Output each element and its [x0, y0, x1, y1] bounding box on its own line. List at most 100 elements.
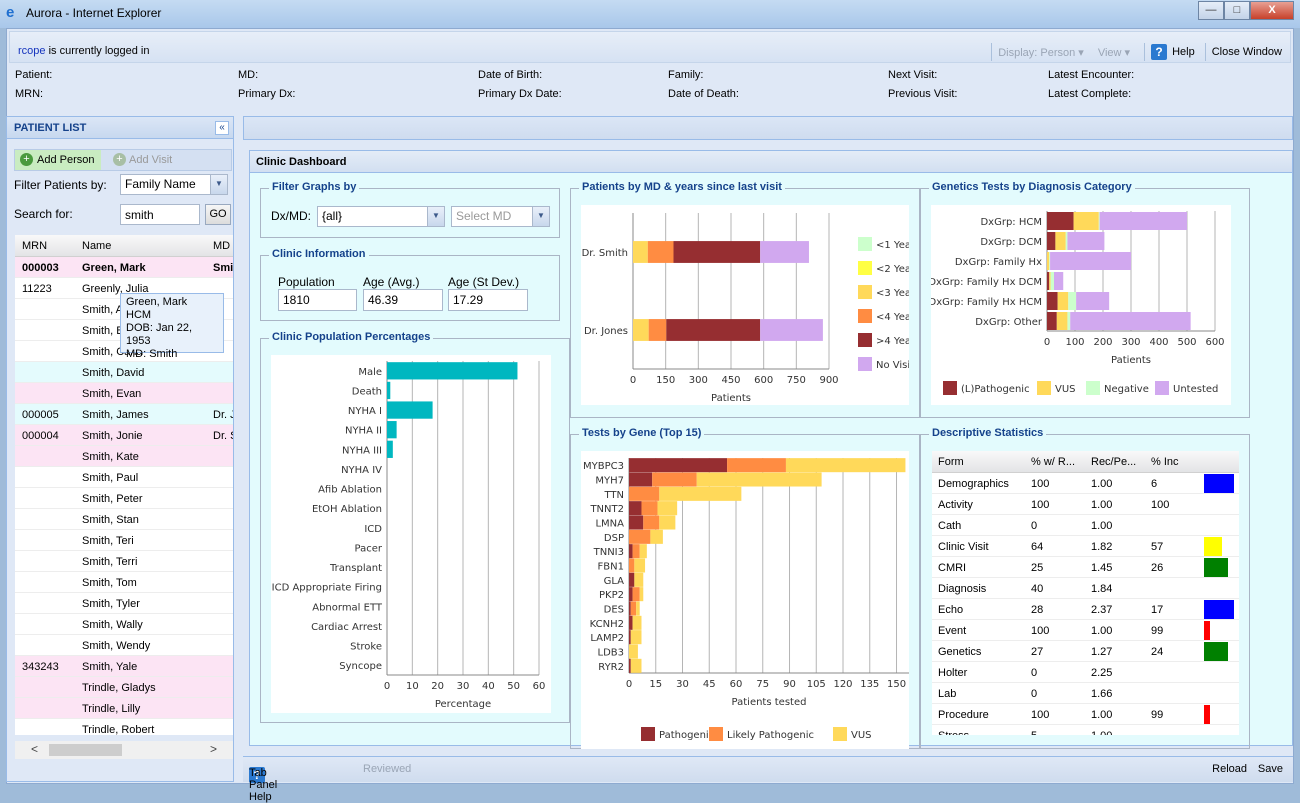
y-tick-label: DxGrp: Family Hx DCM — [931, 277, 1042, 288]
column-header-rec-per[interactable]: Rec/Pe... — [1091, 456, 1136, 468]
y-tick-label: Male — [358, 367, 382, 378]
tooltip-line: MD: Smith — [126, 348, 178, 360]
toolbar-separator — [1144, 43, 1146, 61]
add-visit-button[interactable]: + Add Visit — [111, 150, 172, 170]
top-toolbar: rcope is currently logged in Display: Pe… — [9, 31, 1291, 63]
patient-row[interactable]: Trindle, Robert — [15, 719, 233, 735]
x-tick-label: 150 — [887, 679, 906, 690]
go-button[interactable]: GO — [205, 204, 231, 225]
patient-row[interactable]: 000003 Green, Mark Smi — [15, 257, 233, 278]
column-header-md[interactable]: MD — [213, 240, 230, 252]
md-select[interactable]: Select MD ▼ — [451, 206, 550, 227]
legend-label: Negative — [1104, 384, 1149, 395]
minimize-button[interactable]: — — [1198, 1, 1224, 20]
view-menu[interactable]: View ▾ — [1098, 46, 1130, 59]
scroll-left-icon[interactable]: < — [31, 742, 38, 756]
patient-row[interactable]: Trindle, Lilly — [15, 698, 233, 719]
bar-segment — [659, 515, 676, 530]
column-header-pct-records[interactable]: % w/ R... — [1031, 456, 1075, 468]
patient-row[interactable]: 000004 Smith, Jonie Dr. S — [15, 425, 233, 446]
patient-name: Smith, Peter — [82, 493, 143, 505]
patient-row[interactable]: 343243 Smith, Yale — [15, 656, 233, 677]
bar-segment — [1047, 312, 1057, 330]
patient-md: Dr. J — [213, 409, 233, 421]
stats-row[interactable]: Diagnosis 40 1.84 — [932, 578, 1239, 599]
population-field[interactable]: 1810 — [278, 289, 357, 311]
reviewed-button[interactable]: Reviewed — [363, 763, 411, 775]
bar-segment — [1070, 312, 1191, 330]
stat-pct-records: 100 — [1031, 478, 1050, 490]
dx-select[interactable]: {all} ▼ — [317, 206, 445, 227]
bar-segment — [1055, 232, 1066, 250]
patient-row[interactable]: 000005 Smith, James Dr. J — [15, 404, 233, 425]
scrollbar-thumb[interactable] — [49, 744, 122, 756]
save-button[interactable]: Save — [1258, 763, 1283, 775]
patient-row[interactable]: Trindle, Gladys — [15, 677, 233, 698]
bar-segment — [666, 319, 761, 341]
patient-row[interactable]: Smith, Terri — [15, 551, 233, 572]
add-person-button[interactable]: + Add Person — [15, 150, 101, 170]
patient-list-title: PATIENT LIST — [14, 122, 87, 134]
patient-row[interactable]: Smith, Teri — [15, 530, 233, 551]
bottom-toolbar: ? Tab Panel Help Reviewed Reload Save — [243, 756, 1293, 803]
column-header-name[interactable]: Name — [82, 240, 111, 252]
close-window-button[interactable]: Close Window — [1212, 46, 1282, 58]
legend-label: <4 Yea — [876, 312, 909, 323]
help-button[interactable]: ? Help — [1151, 44, 1195, 60]
patient-row[interactable]: Smith, Evan — [15, 383, 233, 404]
maximize-button[interactable]: □ — [1224, 1, 1250, 20]
stats-row[interactable]: Echo 28 2.37 17 — [932, 599, 1239, 620]
horizontal-scrollbar[interactable]: < > — [15, 741, 233, 759]
bar-segment — [636, 601, 640, 616]
stats-row[interactable]: Procedure 100 1.00 99 — [932, 704, 1239, 725]
filter-select[interactable]: Family Name ▼ — [120, 174, 228, 195]
column-header-pct-inc[interactable]: % Inc — [1151, 456, 1179, 468]
column-header-mrn[interactable]: MRN — [22, 240, 47, 252]
patient-row[interactable]: Smith, Paul — [15, 467, 233, 488]
legend-label: VUS — [851, 730, 872, 741]
stats-row[interactable]: Demographics 100 1.00 6 — [932, 473, 1239, 494]
chart-title: Tests by Gene (Top 15) — [579, 427, 705, 439]
age-avg-field[interactable]: 46.39 — [363, 289, 443, 311]
x-tick-label: 0 — [1044, 337, 1050, 348]
patient-row[interactable]: Smith, Wally — [15, 614, 233, 635]
stats-row[interactable]: Genetics 27 1.27 24 — [932, 641, 1239, 662]
patient-row[interactable]: Smith, Stan — [15, 509, 233, 530]
patient-row[interactable]: Smith, Kate — [15, 446, 233, 467]
stat-pct-inc: 17 — [1151, 604, 1164, 616]
x-tick-label: 300 — [689, 375, 708, 386]
stat-pct-records: 100 — [1031, 709, 1050, 721]
patient-row[interactable]: Smith, Peter — [15, 488, 233, 509]
patient-row[interactable]: Smith, Wendy — [15, 635, 233, 656]
reload-button[interactable]: Reload — [1212, 763, 1247, 775]
search-input[interactable] — [120, 204, 200, 225]
column-header-form[interactable]: Form — [938, 456, 964, 468]
stats-row[interactable]: Stress 5 1.00 — [932, 725, 1239, 735]
collapse-panel-icon[interactable]: « — [215, 121, 229, 135]
x-tick-label: 60 — [730, 679, 743, 690]
age-sd-field[interactable]: 17.29 — [448, 289, 528, 311]
filter-graphs-group: Filter Graphs by Dx/MD: {all} ▼ Select MD… — [260, 181, 560, 238]
patient-row[interactable]: Smith, Tom — [15, 572, 233, 593]
scroll-right-icon[interactable]: > — [210, 742, 217, 756]
stats-row[interactable]: Lab 0 1.66 — [932, 683, 1239, 704]
x-tick-label: 90 — [783, 679, 796, 690]
y-tick-label: Syncope — [339, 661, 382, 672]
display-menu[interactable]: Display: Person ▾ — [998, 46, 1084, 59]
username-link[interactable]: rcope — [18, 45, 46, 57]
stats-row[interactable]: Clinic Visit 64 1.82 57 — [932, 536, 1239, 557]
bar-segment — [629, 458, 728, 473]
stats-row[interactable]: Event 100 1.00 99 — [932, 620, 1239, 641]
patient-row[interactable]: Smith, Tyler — [15, 593, 233, 614]
stats-row[interactable]: CMRI 25 1.45 26 — [932, 557, 1239, 578]
patient-row[interactable]: Smith, David — [15, 362, 233, 383]
stats-row[interactable]: Holter 0 2.25 — [932, 662, 1239, 683]
stats-row[interactable]: Cath 0 1.00 — [932, 515, 1239, 536]
stats-row[interactable]: Activity 100 1.00 100 — [932, 494, 1239, 515]
stat-pct-records: 28 — [1031, 604, 1044, 616]
latest-complete-label: Latest Complete: — [1048, 88, 1132, 100]
ie-logo-icon: e — [6, 4, 15, 21]
close-button[interactable]: X — [1250, 1, 1294, 20]
help-icon: ? — [1151, 44, 1168, 60]
y-tick-label: DSP — [604, 533, 624, 544]
